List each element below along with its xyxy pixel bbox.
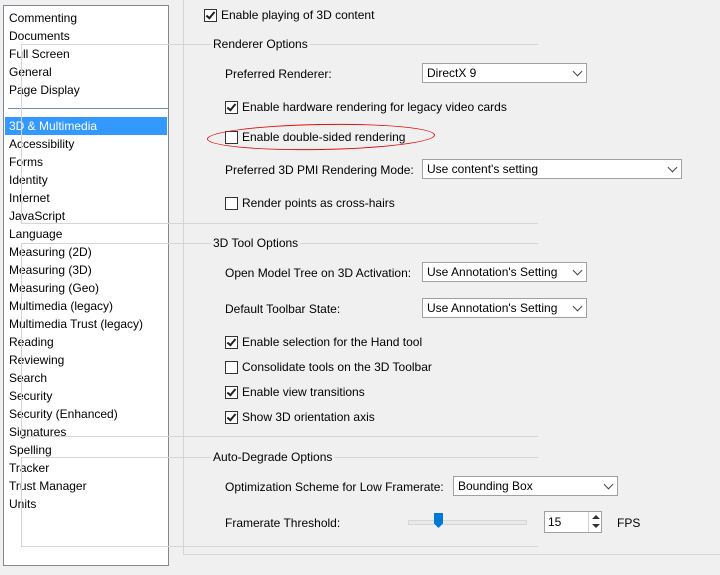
consolidate-tools-checkbox[interactable]: Consolidate tools on the 3D Toolbar [225, 360, 432, 374]
framerate-slider-track[interactable] [408, 520, 527, 525]
auto-degrade-group [21, 457, 538, 547]
chevron-down-icon[interactable] [569, 64, 586, 82]
hand-tool-checkbox[interactable]: Enable selection for the Hand tool [225, 335, 422, 349]
framerate-spinner-buttons[interactable] [588, 512, 603, 532]
checkbox-checked-icon [225, 385, 238, 399]
double-sided-rendering-checkbox[interactable]: Enable double-sided rendering [225, 130, 405, 144]
framerate-threshold-value: 15 [548, 515, 562, 529]
chevron-down-icon[interactable] [664, 160, 681, 178]
chevron-down-icon[interactable] [569, 263, 586, 281]
renderer-options-title: Renderer Options [211, 37, 310, 51]
view-transitions-label: Enable view transitions [242, 385, 365, 399]
hand-tool-label: Enable selection for the Hand tool [242, 335, 423, 349]
preferred-renderer-value: DirectX 9 [427, 66, 477, 80]
chevron-down-icon[interactable] [569, 299, 586, 317]
orientation-axis-checkbox[interactable]: Show 3D orientation axis [225, 410, 375, 424]
chevron-down-icon[interactable] [600, 477, 617, 495]
preferred-renderer-dropdown[interactable]: DirectX 9 [422, 63, 587, 83]
fps-unit-label: FPS [617, 516, 641, 530]
model-tree-dropdown[interactable]: Use Annotation's Setting [422, 262, 587, 282]
toolbar-state-dropdown[interactable]: Use Annotation's Setting [422, 298, 587, 318]
pmi-rendering-mode-label: Preferred 3D PMI Rendering Mode: [225, 163, 414, 177]
sidebar-item-commenting[interactable]: Commenting [5, 9, 167, 27]
checkbox-unchecked-icon [225, 196, 238, 210]
optimization-scheme-label: Optimization Scheme for Low Framerate: [225, 480, 444, 494]
hardware-rendering-checkbox[interactable]: Enable hardware rendering for legacy vid… [225, 100, 507, 114]
spin-down-icon[interactable] [592, 524, 600, 528]
spin-up-icon[interactable] [592, 515, 600, 519]
view-transitions-checkbox[interactable]: Enable view transitions [225, 385, 365, 399]
pmi-rendering-mode-dropdown[interactable]: Use content's setting [422, 159, 682, 179]
framerate-threshold-label: Framerate Threshold: [225, 516, 341, 530]
optimization-scheme-dropdown[interactable]: Bounding Box [453, 476, 618, 496]
sidebar-item-language[interactable]: Language [5, 225, 167, 243]
model-tree-label: Open Model Tree on 3D Activation: [225, 266, 412, 280]
consolidate-tools-label: Consolidate tools on the 3D Toolbar [242, 360, 432, 374]
preferred-renderer-label: Preferred Renderer: [225, 67, 332, 81]
double-sided-rendering-label: Enable double-sided rendering [242, 130, 406, 144]
toolbar-state-label: Default Toolbar State: [225, 302, 341, 316]
crosshairs-checkbox[interactable]: Render points as cross-hairs [225, 196, 395, 210]
sidebar-item-documents[interactable]: Documents [5, 27, 167, 45]
tool-options-title: 3D Tool Options [211, 236, 301, 250]
toolbar-state-value: Use Annotation's Setting [427, 301, 558, 315]
enable-3d-label: Enable playing of 3D content [221, 8, 375, 22]
checkbox-checked-icon [225, 410, 238, 424]
orientation-axis-label: Show 3D orientation axis [242, 410, 375, 424]
enable-3d-checkbox[interactable]: Enable playing of 3D content [204, 8, 374, 22]
checkbox-checked-icon [225, 335, 238, 349]
checkbox-checked-icon [204, 8, 217, 22]
optimization-scheme-value: Bounding Box [458, 479, 533, 493]
auto-degrade-title: Auto-Degrade Options [211, 450, 335, 464]
hardware-rendering-label: Enable hardware rendering for legacy vid… [242, 100, 507, 114]
crosshairs-label: Render points as cross-hairs [242, 196, 395, 210]
checkbox-unchecked-icon [225, 360, 238, 374]
model-tree-value: Use Annotation's Setting [427, 265, 558, 279]
checkbox-checked-icon [225, 100, 238, 114]
checkbox-unchecked-icon [225, 130, 238, 144]
pmi-rendering-mode-value: Use content's setting [427, 162, 539, 176]
